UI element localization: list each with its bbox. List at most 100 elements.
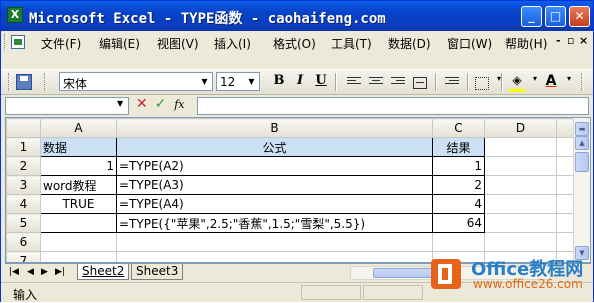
cell-a7[interactable] [40, 251, 117, 262]
font-name-value: 宋体 [63, 77, 88, 91]
insert-function-icon[interactable]: fx [174, 98, 184, 111]
tab-sheet2[interactable]: Sheet2 [77, 264, 130, 280]
chevron-down-icon[interactable]: ▼ [117, 99, 123, 108]
cell-c6[interactable] [432, 232, 485, 252]
align-left-icon[interactable] [347, 77, 361, 88]
cell-d5[interactable] [484, 213, 557, 233]
split-handle[interactable]: ▬ [575, 122, 589, 136]
font-color-button[interactable]: A [541, 73, 561, 92]
close-button[interactable]: ✕ [569, 6, 590, 27]
column-header-d[interactable]: D [484, 118, 557, 138]
column-header-a[interactable]: A [40, 118, 117, 138]
menu-edit[interactable]: 编辑(E) [99, 35, 140, 52]
formula-input[interactable] [197, 97, 589, 115]
cell-b3[interactable]: =TYPE(A3) [116, 175, 433, 195]
window-title: Microsoft Excel - TYPE函数 - caohaifeng.co… [29, 11, 386, 27]
row-header[interactable]: 1 [6, 137, 41, 157]
row-header[interactable]: 5 [6, 213, 41, 233]
menu-view[interactable]: 视图(V) [157, 35, 199, 52]
cell-b1[interactable]: 公式 [116, 137, 433, 157]
cell-b5[interactable]: =TYPE({"苹果",2.5;"香蕉",1.5;"雪梨",5.5}) [116, 213, 433, 233]
merge-center-icon[interactable] [413, 77, 427, 89]
excel-window: X Microsoft Excel - TYPE函数 - caohaifeng.… [0, 0, 594, 302]
column-header-b[interactable]: B [116, 118, 433, 138]
cell-d1[interactable] [484, 137, 557, 157]
toolbar-overflow-grip[interactable] [581, 73, 584, 91]
toolbar-grip[interactable] [8, 73, 11, 91]
cell-b7[interactable] [116, 251, 433, 262]
doc-close-button[interactable]: × [579, 34, 588, 47]
scroll-up-arrow-icon[interactable]: ▲ [575, 136, 589, 150]
cell-d6[interactable] [484, 232, 557, 252]
cell-c1[interactable]: 结果 [432, 137, 485, 157]
chevron-down-icon[interactable]: ▼ [245, 74, 258, 89]
worksheet-grid[interactable]: A B C D 1 数据 公式 结果 2 1 =TYPE(A2) 1 3 wor… [5, 117, 591, 263]
vertical-scroll-thumb[interactable] [575, 152, 589, 172]
cell-a6[interactable] [40, 232, 117, 252]
minimize-button[interactable]: _ [521, 6, 542, 27]
watermark-url: www.office26.com [473, 277, 583, 291]
cell-a5[interactable] [40, 213, 117, 233]
table-row: 2 1 =TYPE(A2) 1 [6, 156, 576, 176]
chevron-down-icon[interactable]: ▾ [489, 73, 509, 92]
menu-format[interactable]: 格式(O) [273, 35, 316, 52]
workbook-icon[interactable] [11, 35, 25, 49]
row-header[interactable]: 7 [6, 251, 41, 262]
row-header[interactable]: 2 [6, 156, 41, 176]
cell-d3[interactable] [484, 175, 557, 195]
menu-grip[interactable] [4, 34, 7, 50]
menu-window[interactable]: 窗口(W) [447, 35, 492, 52]
last-sheet-arrow-icon[interactable]: ▶| [55, 267, 65, 277]
chevron-down-icon[interactable]: ▾ [559, 73, 579, 92]
first-sheet-arrow-icon[interactable]: |◀ [9, 267, 19, 277]
column-header-c[interactable]: C [432, 118, 485, 138]
bold-button[interactable]: B [269, 73, 289, 92]
align-center-icon[interactable] [369, 77, 383, 88]
decrease-indent-icon[interactable] [445, 77, 459, 88]
cell-d2[interactable] [484, 156, 557, 176]
doc-restore-button[interactable]: ▫ [567, 34, 574, 47]
cell-d4[interactable] [484, 194, 557, 214]
borders-icon[interactable] [475, 77, 489, 90]
select-all-corner[interactable] [6, 118, 41, 138]
next-sheet-arrow-icon[interactable]: ▶ [41, 267, 48, 277]
excel-app-icon[interactable]: X [7, 7, 23, 23]
horizontal-scroll-thumb[interactable] [373, 268, 433, 278]
cancel-icon[interactable]: ✕ [136, 96, 148, 112]
cell-b6[interactable] [116, 232, 433, 252]
name-box[interactable] [5, 97, 129, 115]
enter-icon[interactable]: ✓ [155, 96, 167, 112]
row-header[interactable]: 3 [6, 175, 41, 195]
vertical-scrollbar[interactable]: ▬ ▲ ▼ [573, 118, 590, 262]
maximize-button[interactable]: □ [545, 6, 566, 27]
tab-sheet3[interactable]: Sheet3 [131, 264, 184, 280]
cell-a4[interactable]: TRUE [40, 194, 117, 214]
align-right-icon[interactable] [391, 77, 405, 88]
font-name-select[interactable]: 宋体 ▼ [59, 72, 213, 91]
row-header[interactable]: 4 [6, 194, 41, 214]
prev-sheet-arrow-icon[interactable]: ◀ [27, 267, 34, 277]
toolbar-grip-2[interactable] [44, 73, 47, 91]
doc-minimize-button[interactable]: - [556, 34, 561, 47]
cell-c2[interactable]: 1 [432, 156, 485, 176]
cell-c5[interactable]: 64 [432, 213, 485, 233]
row-header[interactable]: 6 [6, 232, 41, 252]
cell-a3[interactable]: word教程 [40, 175, 117, 195]
menu-file[interactable]: 文件(F) [41, 35, 81, 52]
cell-b4[interactable]: =TYPE(A4) [116, 194, 433, 214]
cell-c4[interactable]: 4 [432, 194, 485, 214]
menu-tools[interactable]: 工具(T) [331, 35, 372, 52]
menu-data[interactable]: 数据(D) [388, 35, 431, 52]
menu-insert[interactable]: 插入(I) [214, 35, 251, 52]
title-bar[interactable]: X Microsoft Excel - TYPE函数 - caohaifeng.… [1, 1, 593, 31]
font-size-select[interactable]: 12 ▼ [216, 72, 260, 91]
save-icon[interactable] [16, 74, 32, 90]
cell-a2[interactable]: 1 [40, 156, 117, 176]
chevron-down-icon[interactable]: ▼ [198, 74, 211, 89]
italic-button[interactable]: I [290, 73, 310, 92]
menu-help[interactable]: 帮助(H) [505, 35, 547, 52]
cell-a1[interactable]: 数据 [40, 137, 117, 157]
cell-b2[interactable]: =TYPE(A2) [116, 156, 433, 176]
cell-c3[interactable]: 2 [432, 175, 485, 195]
underline-button[interactable]: U [311, 73, 331, 92]
